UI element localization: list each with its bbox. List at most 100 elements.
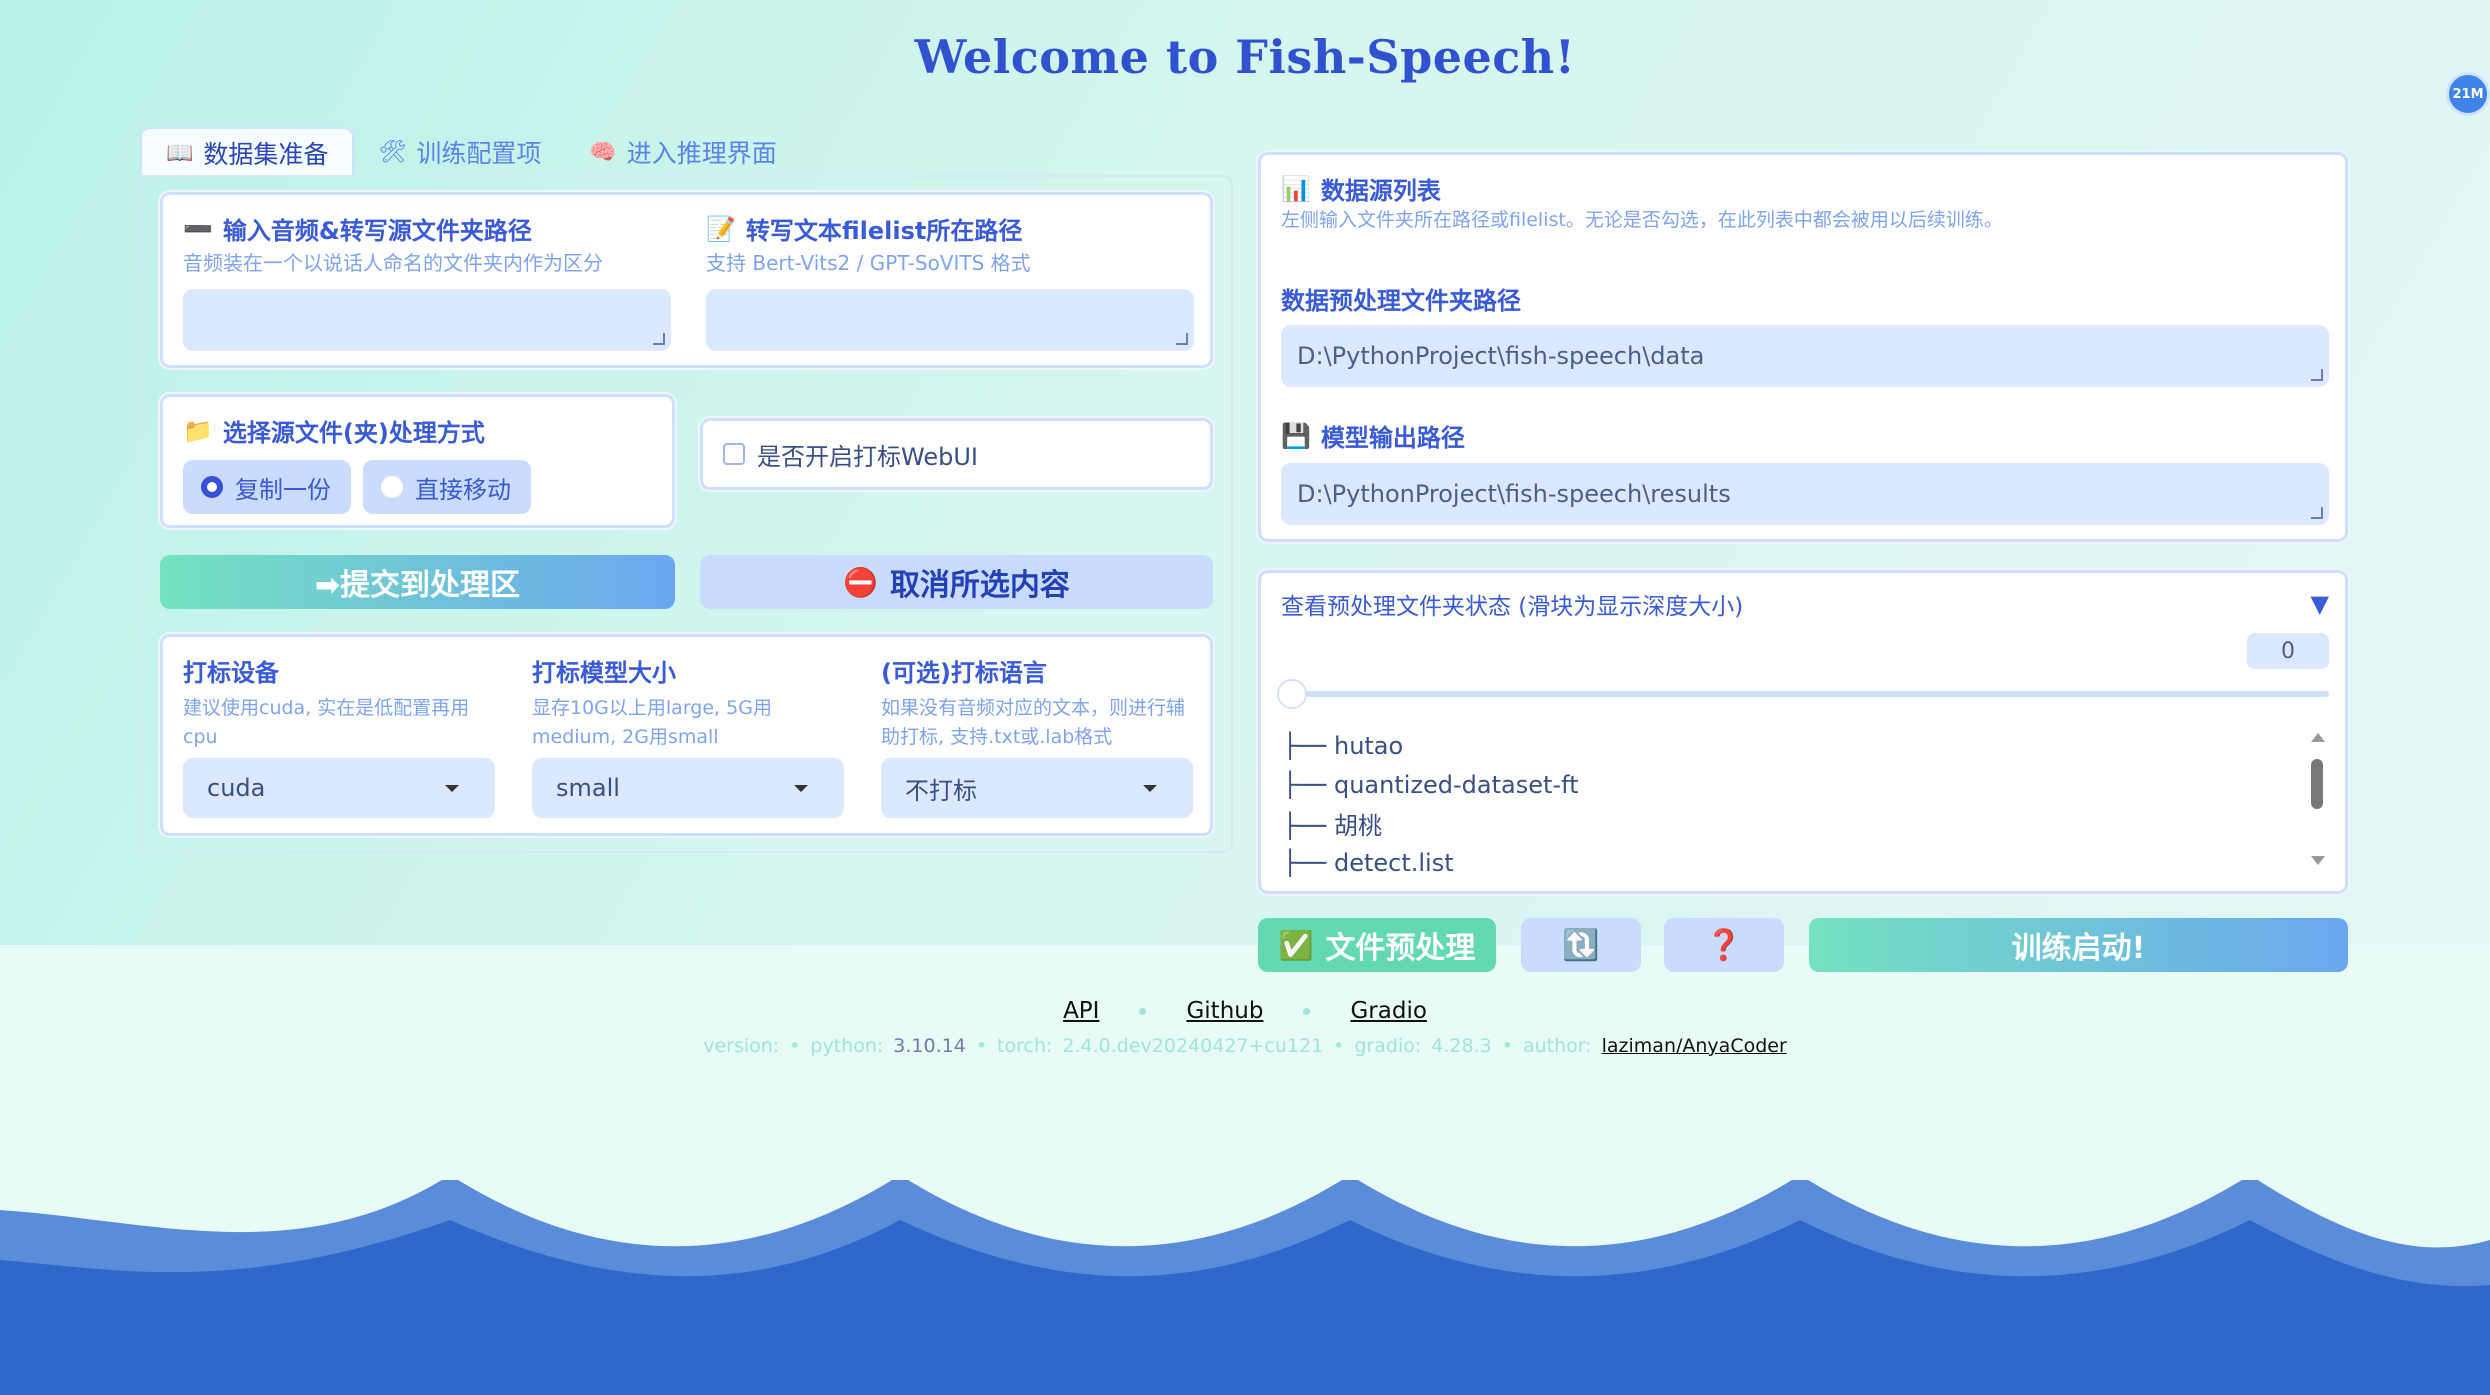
folder-icon: 📁 [183,416,213,445]
data-source-hint: 左侧输入文件夹所在路径或filelist。无论是否勾选，在此列表中都会被用以后续… [1281,209,2003,231]
chevron-down-icon [445,785,459,792]
gradio-version: 4.28.3 [1431,1035,1492,1057]
memo-icon: 📝 [706,214,736,243]
tab-label: 数据集准备 [203,140,329,169]
input-audio-field[interactable] [183,289,671,351]
label-device-hint: 建议使用cuda, 实在是低配置再用cpu [183,697,470,748]
page-title: Welcome to Fish-Speech! [914,30,1576,84]
radio-move[interactable]: 直接移动 [363,460,531,514]
resize-grip[interactable] [2311,507,2323,519]
python-label: python: [810,1035,884,1057]
tab-label: 训练配置项 [416,139,542,168]
depth-slider-value[interactable]: 0 [2247,633,2329,669]
python-version: 3.10.14 [893,1035,966,1057]
help-button[interactable]: ❓ [1664,918,1784,972]
source-mode-label: 📁 选择源文件(夹)处理方式 [183,416,485,448]
label-lang-hint: 如果没有音频对应的文本，则进行辅助打标, 支持.txt或.lab格式 [881,697,1186,748]
gradio-link[interactable]: Gradio [1350,998,1426,1024]
question-icon: ❓ [1705,927,1743,963]
wave-decoration [0,1180,2490,1395]
label-lang-label: (可选)打标语言 [881,659,1047,687]
input-audio-hint: 音频装在一个以说话人命名的文件夹内作为区分 [183,251,603,275]
separator-dot [1303,1007,1311,1015]
label-model-hint: 显存10G以上用large, 5G用medium, 2G用small [532,697,772,748]
radio-checked-indicator [201,476,223,498]
label-model-label: 打标模型大小 [532,659,676,687]
input-paths-card: ➖ 输入音频&转写源文件夹路径 音频装在一个以说话人命名的文件夹内作为区分 📝 … [160,192,1213,368]
resize-grip[interactable] [2311,369,2323,381]
torch-version: 2.4.0.dev20240427+cu121 [1062,1035,1324,1057]
tab-dataset-prep[interactable]: 📖 数据集准备 [140,127,355,177]
separator-dot: • [1333,1035,1345,1057]
filelist-field[interactable] [706,289,1194,351]
depth-slider-thumb[interactable] [1277,679,1307,709]
status-panel-label: 查看预处理文件夹状态 (滑块为显示深度大小) [1281,594,1744,620]
label-model-dropdown[interactable]: small [532,758,844,818]
tools-icon: 🛠 [378,139,407,165]
radio-unchecked-indicator [381,476,403,498]
depth-slider-track[interactable] [1277,679,2329,709]
collapse-toggle-icon[interactable]: ▼ [2311,590,2329,618]
chevron-down-icon [1143,785,1157,792]
start-training-button[interactable]: 训练启动! [1809,918,2348,972]
author-link[interactable]: laziman/AnyaCoder [1602,1035,1787,1057]
folder-tree: ├── hutao ├── quantized-dataset-ft ├── 胡… [1283,726,2323,882]
github-link[interactable]: Github [1186,998,1263,1024]
input-audio-label: ➖ 输入音频&转写源文件夹路径 [183,214,532,246]
book-icon: 📖 [166,140,194,166]
author-label: author: [1522,1035,1592,1057]
output-path-field[interactable]: D:\PythonProject\fish-speech\results [1281,463,2329,525]
tree-scrollbar[interactable] [2309,733,2325,873]
scroll-down-arrow-icon[interactable] [2311,856,2325,865]
tree-item: ├── detect.list [1283,848,1454,877]
preprocess-button[interactable]: ✅ 文件预处理 [1258,918,1496,972]
cancel-selection-button[interactable]: ⛔ 取消所选内容 [700,555,1213,609]
webui-checkbox-card[interactable]: 是否开启打标WebUI [700,418,1213,490]
submit-to-processing-button[interactable]: ➡提交到处理区 [160,555,675,609]
separator-dot: • [1501,1035,1513,1057]
version-label: version: [703,1035,780,1057]
source-mode-card: 📁 选择源文件(夹)处理方式 复制一份 直接移动 [160,394,675,528]
memory-badge[interactable]: 21M [2446,72,2490,116]
preprocess-status-panel: 查看预处理文件夹状态 (滑块为显示深度大小) ▼ 0 ├── hutao ├──… [1258,570,2348,894]
api-link[interactable]: API [1063,998,1099,1024]
resize-grip[interactable] [653,333,665,345]
torch-label: torch: [997,1035,1053,1057]
footer-version-info: version: • python: 3.10.14 • torch: 2.4.… [0,1035,2490,1057]
tab-bar: 📖 数据集准备 🛠 训练配置项 🧠 进入推理界面 [140,127,801,177]
brain-icon: 🧠 [589,139,617,165]
chevron-down-icon [794,785,808,792]
webui-checkbox-label: 是否开启打标WebUI [757,442,978,471]
label-lang-dropdown[interactable]: 不打标 [881,758,1193,818]
tab-training-config[interactable]: 🛠 训练配置项 [354,127,565,177]
filelist-label: 📝 转写文本filelist所在路径 [706,214,1023,246]
data-source-label: 📊 数据源列表 [1281,174,1441,206]
resize-grip[interactable] [1176,333,1188,345]
tab-inference[interactable]: 🧠 进入推理界面 [565,127,800,177]
webui-checkbox[interactable] [723,443,745,465]
preprocess-path-field[interactable]: D:\PythonProject\fish-speech\data [1281,325,2329,387]
refresh-icon: 🔃 [1562,927,1600,963]
tab-label: 进入推理界面 [626,139,777,168]
status-panel-header[interactable]: 查看预处理文件夹状态 (滑块为显示深度大小) ▼ [1281,589,2329,620]
bar-chart-icon: 📊 [1281,174,1311,203]
data-source-card: 📊 数据源列表 左侧输入文件夹所在路径或filelist。无论是否勾选，在此列表… [1258,152,2348,542]
separator-dot [1139,1007,1147,1015]
radio-copy[interactable]: 复制一份 [183,460,351,514]
output-path-label: 💾 模型输出路径 [1281,421,1465,453]
preprocess-path-label: 数据预处理文件夹路径 [1281,287,1521,315]
check-mark-icon: ✅ [1278,928,1314,962]
refresh-button[interactable]: 🔃 [1521,918,1641,972]
label-device-label: 打标设备 [183,659,279,687]
filelist-hint: 支持 Bert-Vits2 / GPT-SoVITS 格式 [706,251,1031,275]
tree-item: ├── quantized-dataset-ft [1283,770,1579,799]
floppy-disk-icon: 💾 [1281,421,1311,450]
label-device-dropdown[interactable]: cuda [183,758,495,818]
labeling-settings-card: 打标设备 建议使用cuda, 实在是低配置再用cpu cuda 打标模型大小 显… [160,634,1213,836]
separator-dot: • [789,1035,801,1057]
no-entry-icon: ⛔ [843,565,878,599]
scroll-up-arrow-icon[interactable] [2311,733,2325,742]
tree-item: ├── hutao [1283,731,1404,760]
scrollbar-thumb[interactable] [2311,759,2323,809]
gradio-label: gradio: [1354,1035,1422,1057]
